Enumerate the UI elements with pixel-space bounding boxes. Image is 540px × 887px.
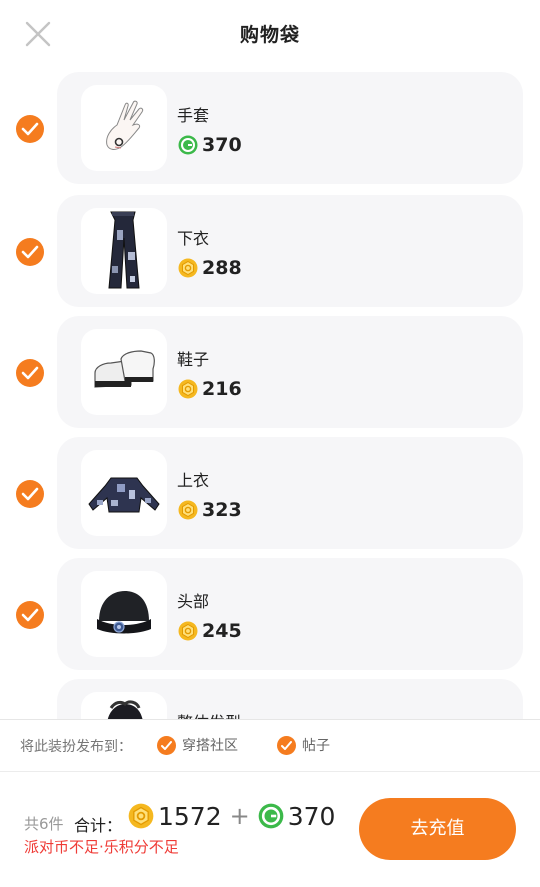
item-thumbnail [81,571,167,657]
item-checkbox[interactable] [16,601,44,629]
publish-label: 将此装扮发布到： [20,739,132,755]
item-name: 上衣 [177,471,210,490]
cart-item: 上衣 323 [0,437,540,549]
cart-item: 头部 245 [0,558,540,670]
header: 购物袋 [0,0,540,66]
shoes-image [94,350,155,388]
item-thumbnail [81,208,167,294]
item-price: 370 [178,134,242,156]
item-price-value: 370 [202,134,242,156]
item-thumbnail [81,85,167,171]
checkmark-icon [21,487,39,501]
cart-list[interactable]: 手套 370 下衣 288 鞋子 216 上衣 323 头部 245 [0,72,540,719]
item-thumbnail [81,329,167,415]
total-amount: 1572 + 370 [128,800,335,832]
cart-item: 鞋子 216 [0,316,540,428]
item-price-value: 288 [202,257,242,279]
item-card[interactable]: 头部 245 [57,558,523,670]
page-title: 购物袋 [239,24,300,46]
gold-coin-icon [178,258,198,278]
insufficient-balance-warning: 派对币不足·乐积分不足 [24,838,179,856]
gloves-image [106,100,144,150]
gold-coin-icon [178,500,198,520]
item-thumbnail [81,692,167,719]
checkout-footer: 共6件 合计： 1572 + 370 派对币不足·乐积分不足 去充值 [0,772,540,887]
jacket-image [88,477,160,513]
total-label: 合计： [74,816,123,835]
item-price: 288 [178,257,242,279]
item-card[interactable]: 鞋子 216 [57,316,523,428]
item-thumbnail [81,450,167,536]
cart-item: 整体发型 [0,679,540,719]
item-checkbox[interactable] [16,480,44,508]
checkmark-icon [21,122,39,136]
beanie-image [97,591,151,634]
green-total: 370 [287,801,336,831]
item-price: 245 [178,620,242,642]
item-price-value: 216 [202,378,242,400]
item-price: 323 [178,499,242,521]
item-card[interactable]: 整体发型 [57,679,523,719]
gold-coin-icon [178,379,198,399]
publish-bar: 将此装扮发布到： 穿搭社区 帖子 [0,720,540,770]
item-name: 鞋子 [177,350,210,369]
item-checkbox[interactable] [16,115,44,143]
green-coin-icon [258,803,284,829]
checkmark-icon [277,735,296,755]
item-card[interactable]: 下衣 288 [57,195,523,307]
pants-image [108,211,140,289]
item-checkbox[interactable] [16,359,44,387]
item-name: 下衣 [177,229,210,248]
gold-coin-icon [128,803,154,829]
item-price-value: 245 [202,620,242,642]
hairstyle-image [107,700,143,719]
plus-sign: + [229,802,250,830]
green-coin-icon [178,135,198,155]
cart-item: 手套 370 [0,72,540,184]
checkmark-icon [21,245,39,259]
item-checkbox[interactable] [16,238,44,266]
gold-coin-icon [178,621,198,641]
publish-option-community[interactable]: 穿搭社区 [157,735,238,755]
item-name: 手套 [177,106,210,125]
checkmark-icon [21,608,39,622]
checkmark-icon [21,366,39,380]
publish-option-label: 穿搭社区 [182,738,238,754]
cart-item: 下衣 288 [0,195,540,307]
item-price-value: 323 [202,499,242,521]
item-name: 整体发型 [177,709,241,719]
item-count: 共6件 [24,815,64,833]
item-price: 216 [178,378,242,400]
item-card[interactable]: 上衣 323 [57,437,523,549]
gold-total: 1572 [158,801,222,831]
recharge-button[interactable]: 去充值 [359,798,516,860]
item-card[interactable]: 手套 370 [57,72,523,184]
publish-option-post[interactable]: 帖子 [277,735,330,755]
item-name: 头部 [177,592,210,611]
publish-option-label: 帖子 [302,738,330,754]
checkmark-icon [157,735,176,755]
